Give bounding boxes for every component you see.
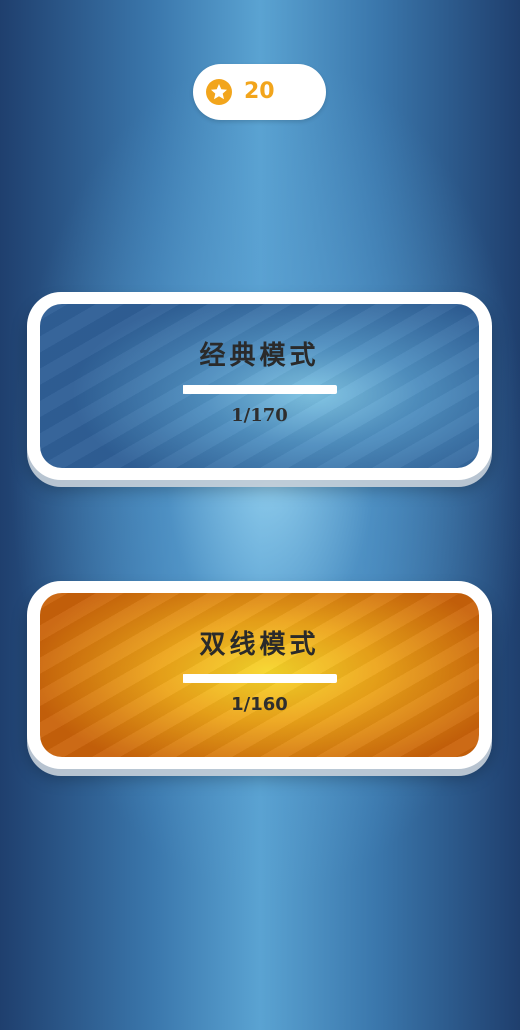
coin-counter[interactable]: 20 bbox=[193, 64, 326, 120]
star-coin-icon bbox=[206, 79, 232, 105]
mode-title: 双线模式 bbox=[199, 630, 320, 660]
mode-title: 经典模式 bbox=[199, 341, 320, 371]
double-line-mode-button[interactable]: 双线模式 1/160 bbox=[27, 581, 492, 769]
progress-bar bbox=[183, 385, 337, 394]
progress-bar bbox=[183, 674, 337, 683]
progress-fill bbox=[183, 674, 184, 683]
double-line-mode-panel: 双线模式 1/160 bbox=[40, 593, 479, 757]
classic-mode-button[interactable]: 经典模式 1/170 bbox=[27, 292, 492, 480]
coin-count: 20 bbox=[244, 79, 275, 104]
mode-select-screen: 20 经典模式 1/170 双线模式 1/160 bbox=[0, 0, 520, 1030]
level-progress: 1/160 bbox=[231, 694, 288, 715]
classic-mode-panel: 经典模式 1/170 bbox=[40, 304, 479, 468]
level-progress: 1/170 bbox=[231, 405, 288, 426]
progress-fill bbox=[183, 385, 184, 394]
